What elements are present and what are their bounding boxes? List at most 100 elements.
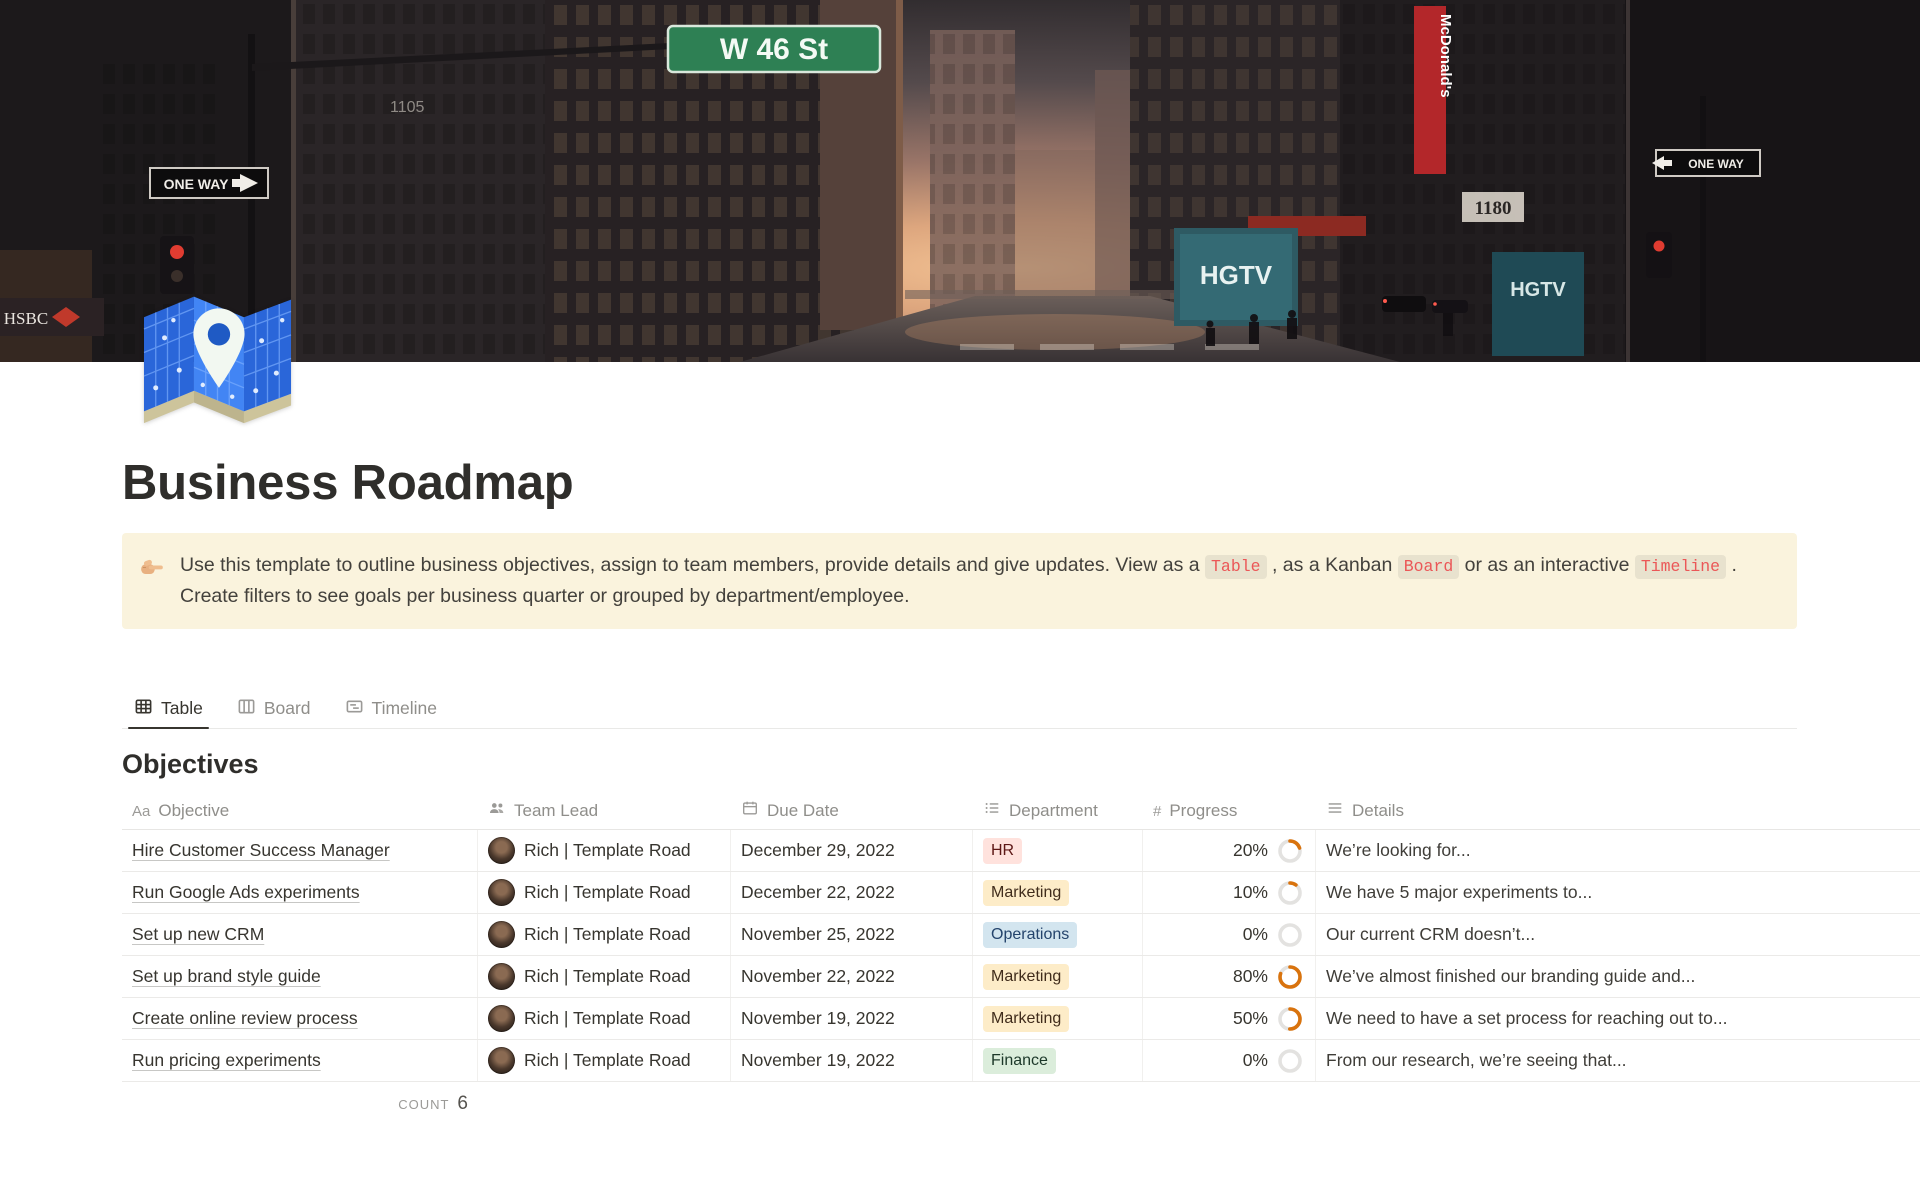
due-date: November 22, 2022: [741, 966, 895, 987]
column-header-due-date[interactable]: Due Date: [731, 792, 973, 829]
callout: Use this template to outline business ob…: [122, 533, 1797, 629]
objective-cell[interactable]: Create online review process: [122, 998, 478, 1039]
timeline-icon: [345, 697, 364, 721]
progress-cell[interactable]: 20%: [1143, 830, 1316, 871]
team-lead-cell[interactable]: Rich | Template Road: [478, 956, 731, 997]
text-icon: [1326, 799, 1344, 822]
svg-text:McDonald's: McDonald's: [1437, 14, 1454, 98]
table-row: Set up new CRM Rich | Template RoadNovemb…: [122, 914, 1920, 956]
due-date-cell[interactable]: December 29, 2022: [731, 830, 973, 871]
due-date-cell[interactable]: November 25, 2022: [731, 914, 973, 955]
details-text: From our research, we’re seeing that...: [1326, 1050, 1627, 1071]
table-row: Run Google Ads experiments Rich | Templat…: [122, 872, 1920, 914]
objective-cell[interactable]: Set up brand style guide: [122, 956, 478, 997]
page-title[interactable]: Business Roadmap: [122, 454, 1797, 513]
objective-cell[interactable]: Hire Customer Success Manager: [122, 830, 478, 871]
column-header-team-lead[interactable]: Team Lead: [478, 792, 731, 829]
details-cell[interactable]: We’re looking for...: [1316, 830, 1920, 871]
details-text: We need to have a set process for reachi…: [1326, 1008, 1727, 1029]
table-icon: [134, 697, 153, 721]
team-lead-cell[interactable]: Rich | Template Road: [478, 1040, 731, 1081]
team-lead-name: Rich | Template Road: [524, 966, 691, 987]
objective-cell[interactable]: Run pricing experiments: [122, 1040, 478, 1081]
progress-cell[interactable]: 50%: [1143, 998, 1316, 1039]
table-row: Hire Customer Success Manager Rich | Temp…: [122, 830, 1920, 872]
view-tabs: Table Board Timeline: [122, 689, 1797, 729]
department-cell[interactable]: Marketing: [973, 956, 1143, 997]
column-header-department[interactable]: Department: [973, 792, 1143, 829]
tab-table[interactable]: Table: [122, 689, 215, 728]
table-header-row: AaObjective Team Lead Due Date Department # P…: [122, 792, 1920, 830]
table-row: Create online review process Rich | Templ…: [122, 998, 1920, 1040]
avatar: [488, 837, 515, 864]
progress-value: 20%: [1233, 840, 1268, 861]
column-label: Team Lead: [514, 801, 598, 821]
department-cell[interactable]: Marketing: [973, 872, 1143, 913]
details-cell[interactable]: We’ve almost finished our branding guide…: [1316, 956, 1920, 997]
details-cell[interactable]: We need to have a set process for reachi…: [1316, 998, 1920, 1039]
due-date-cell[interactable]: November 19, 2022: [731, 998, 973, 1039]
progress-cell[interactable]: 10%: [1143, 872, 1316, 913]
column-header-details[interactable]: Details: [1316, 792, 1920, 829]
person-icon: [488, 799, 506, 822]
progress-value: 0%: [1243, 1050, 1268, 1071]
details-text: We have 5 major experiments to...: [1326, 882, 1592, 903]
progress-cell[interactable]: 0%: [1143, 1040, 1316, 1081]
objective-cell[interactable]: Run Google Ads experiments: [122, 872, 478, 913]
number-icon: #: [1153, 801, 1161, 821]
tab-board[interactable]: Board: [225, 689, 323, 728]
hgtv-billboard: HGTV: [1174, 228, 1298, 326]
team-lead-cell[interactable]: Rich | Template Road: [478, 872, 731, 913]
count-value: 6: [457, 1093, 468, 1115]
callout-segment: Use this template to outline business ob…: [180, 554, 1205, 576]
details-cell[interactable]: Our current CRM doesn’t...: [1316, 914, 1920, 955]
progress-cell[interactable]: 0%: [1143, 914, 1316, 955]
table-footer-count[interactable]: COUNT 6: [122, 1084, 478, 1124]
details-cell[interactable]: From our research, we’re seeing that...: [1316, 1040, 1920, 1081]
objective-cell[interactable]: Set up new CRM: [122, 914, 478, 955]
due-date: November 19, 2022: [741, 1008, 895, 1029]
team-lead-cell[interactable]: Rich | Template Road: [478, 998, 731, 1039]
objective-title[interactable]: Create online review process: [132, 1008, 358, 1029]
one-way-sign: ONE WAY: [150, 168, 268, 198]
details-cell[interactable]: We have 5 major experiments to...: [1316, 872, 1920, 913]
table-row: Set up brand style guide Rich | Template …: [122, 956, 1920, 998]
due-date-cell[interactable]: December 22, 2022: [731, 872, 973, 913]
inline-code: Table: [1205, 555, 1267, 579]
objective-title[interactable]: Set up new CRM: [132, 924, 264, 945]
due-date-cell[interactable]: November 19, 2022: [731, 1040, 973, 1081]
objectives-table: AaObjective Team Lead Due Date Department # P…: [122, 792, 1920, 1082]
one-way-sign-right: ONE WAY: [1652, 150, 1760, 176]
team-lead-cell[interactable]: Rich | Template Road: [478, 830, 731, 871]
building-number-1180: 1180: [1462, 192, 1524, 222]
objective-title[interactable]: Hire Customer Success Manager: [132, 840, 390, 861]
team-lead-cell[interactable]: Rich | Template Road: [478, 914, 731, 955]
page-icon-map[interactable]: [135, 279, 300, 429]
hgtv-poster-2: HGTV: [1492, 252, 1584, 356]
svg-text:HSBC: HSBC: [4, 309, 48, 328]
view-title[interactable]: Objectives: [122, 749, 1797, 780]
objective-title[interactable]: Run Google Ads experiments: [132, 882, 360, 903]
due-date-cell[interactable]: November 22, 2022: [731, 956, 973, 997]
column-header-objective[interactable]: AaObjective: [122, 792, 478, 829]
avatar: [488, 963, 515, 990]
department-cell[interactable]: HR: [973, 830, 1143, 871]
column-label: Progress: [1169, 801, 1237, 821]
department-tag: Finance: [983, 1048, 1056, 1074]
column-header-progress[interactable]: # Progress: [1143, 792, 1316, 829]
progress-cell[interactable]: 80%: [1143, 956, 1316, 997]
department-cell[interactable]: Marketing: [973, 998, 1143, 1039]
column-label: Department: [1009, 801, 1098, 821]
tab-timeline[interactable]: Timeline: [333, 689, 449, 728]
progress-ring-icon: [1277, 1048, 1303, 1074]
avatar: [488, 921, 515, 948]
avatar: [488, 1005, 515, 1032]
department-cell[interactable]: Finance: [973, 1040, 1143, 1081]
team-lead-name: Rich | Template Road: [524, 840, 691, 861]
department-cell[interactable]: Operations: [973, 914, 1143, 955]
objective-title[interactable]: Set up brand style guide: [132, 966, 321, 987]
due-date: December 29, 2022: [741, 840, 895, 861]
avatar: [488, 879, 515, 906]
objective-title[interactable]: Run pricing experiments: [132, 1050, 321, 1071]
department-tag: HR: [983, 838, 1022, 864]
